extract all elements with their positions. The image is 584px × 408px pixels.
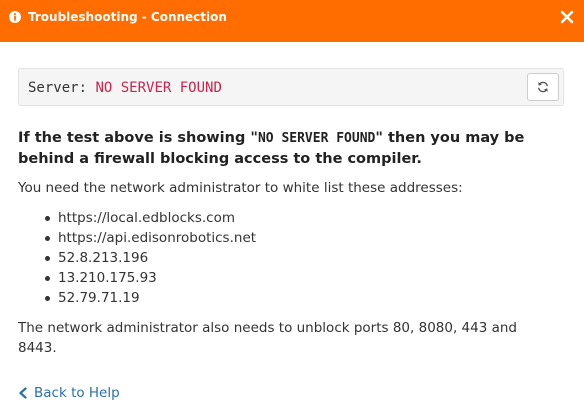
list-item: 52.79.71.19 — [18, 288, 256, 308]
refresh-button[interactable] — [527, 73, 559, 101]
bullet-icon — [45, 216, 50, 221]
bullet-icon — [45, 276, 50, 281]
whitelist-instruction: You need the network administrator to wh… — [18, 180, 463, 196]
server-label: Server: — [28, 80, 96, 96]
list-item: 13.210.175.93 — [18, 268, 256, 288]
address-text: https://api.edisonrobotics.net — [58, 230, 257, 246]
address-list: https://local.edblocks.com https://api.e… — [18, 208, 256, 308]
warning-text-start: If the test above is showing " — [18, 130, 258, 146]
address-text: 13.210.175.93 — [58, 270, 157, 286]
dialog-title: Troubleshooting - Connection — [28, 10, 227, 24]
close-icon[interactable] — [560, 10, 574, 24]
warning-code: NO SERVER FOUND — [257, 131, 376, 146]
list-item: https://api.edisonrobotics.net — [18, 228, 256, 248]
server-status-box: Server: NO SERVER FOUND — [18, 68, 564, 106]
address-text: 52.79.71.19 — [58, 290, 140, 306]
server-status-value: NO SERVER FOUND — [95, 80, 222, 96]
list-item: 52.8.213.196 — [18, 248, 256, 268]
server-status-text: Server: NO SERVER FOUND — [28, 79, 222, 97]
back-to-help-link[interactable]: Back to Help — [18, 384, 120, 402]
bullet-icon — [45, 256, 50, 261]
dialog-header: Troubleshooting - Connection — [0, 0, 584, 42]
info-circle-icon — [9, 11, 21, 23]
bullet-icon — [45, 296, 50, 301]
firewall-warning: If the test above is showing "NO SERVER … — [18, 128, 548, 169]
list-item: https://local.edblocks.com — [18, 208, 256, 228]
bullet-icon — [45, 236, 50, 241]
address-text: 52.8.213.196 — [58, 250, 149, 266]
address-text: https://local.edblocks.com — [58, 210, 235, 226]
ports-instruction: The network administrator also needs to … — [18, 320, 517, 356]
back-to-help-label: Back to Help — [34, 385, 120, 401]
chevron-left-icon — [19, 387, 27, 399]
refresh-icon — [538, 81, 548, 93]
